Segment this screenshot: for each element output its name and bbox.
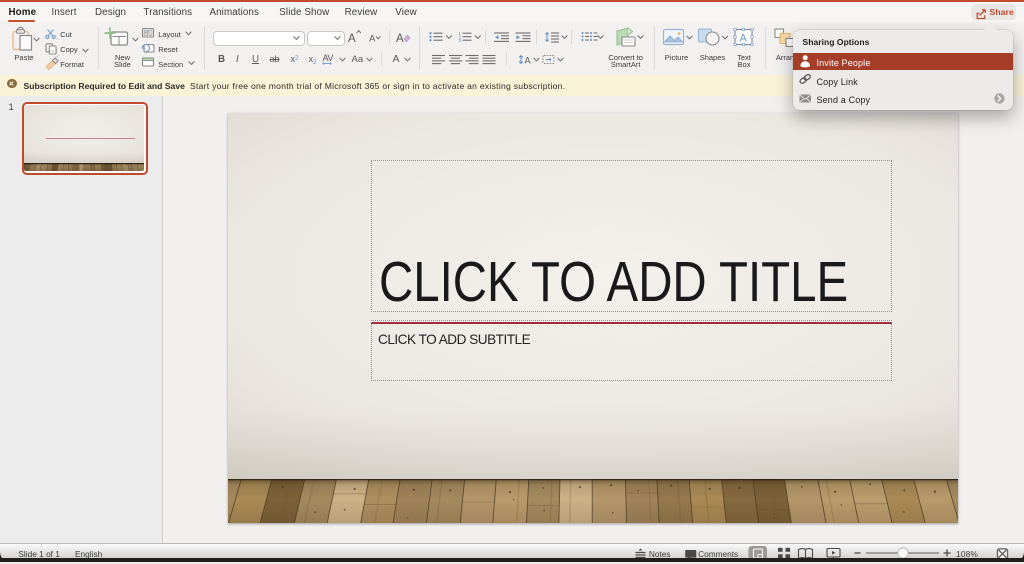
svg-text:A: A xyxy=(525,56,531,66)
svg-text:3: 3 xyxy=(459,38,462,43)
svg-text:A: A xyxy=(348,33,356,45)
svg-text:A: A xyxy=(369,34,376,45)
svg-text:A: A xyxy=(396,33,404,45)
svg-text:A: A xyxy=(740,33,748,45)
